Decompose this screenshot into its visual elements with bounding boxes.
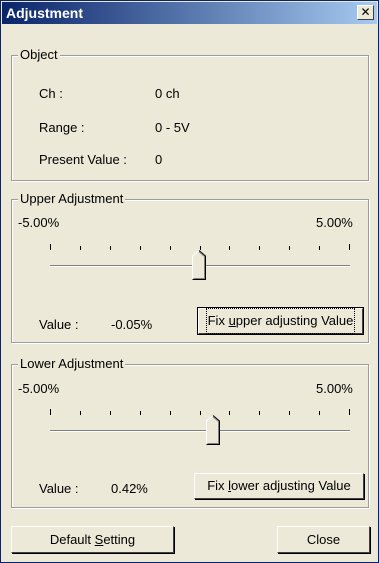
- ch-value: 0 ch: [155, 86, 180, 101]
- slider-tick: [170, 246, 171, 250]
- slider-tick: [349, 409, 350, 415]
- slider-tick: [289, 411, 290, 415]
- close-window-button[interactable]: ✕: [357, 5, 374, 20]
- upper-value-label: Value :: [39, 317, 79, 332]
- slider-tick: [110, 246, 111, 250]
- ch-label: Ch :: [39, 86, 63, 101]
- lower-group-title: Lower Adjustment: [18, 356, 126, 372]
- upper-value: -0.05%: [111, 317, 153, 332]
- fix-upper-button[interactable]: Fix upper adjusting Value: [197, 307, 364, 335]
- lower-value: 0.42%: [111, 481, 148, 496]
- title-bar[interactable]: Adjustment ✕: [2, 2, 377, 24]
- slider-tick: [229, 246, 230, 250]
- upper-group-title: Upper Adjustment: [18, 191, 126, 207]
- lower-slider[interactable]: [50, 409, 350, 449]
- lower-max-label: 5.00%: [316, 381, 353, 396]
- slider-tick: [289, 246, 290, 250]
- slider-tick: [319, 411, 320, 415]
- slider-tick: [50, 244, 51, 250]
- lower-min-label: -5.00%: [18, 381, 60, 396]
- upper-slider[interactable]: [50, 244, 350, 284]
- slider-tick: [140, 411, 141, 415]
- present-value-label: Present Value :: [39, 152, 127, 167]
- slider-thumb[interactable]: [206, 415, 220, 445]
- lower-adjustment-group: Lower Adjustment -5.00% 5.00% Value : 0.…: [11, 356, 369, 508]
- slider-tick: [319, 246, 320, 250]
- upper-min-label: -5.00%: [18, 215, 60, 230]
- slider-tick: [259, 246, 260, 250]
- slider-tick: [170, 411, 171, 415]
- range-value: 0 - 5V: [155, 120, 190, 135]
- slider-tick: [80, 411, 81, 415]
- fix-lower-button[interactable]: Fix lower adjusting Value: [194, 473, 364, 499]
- slider-tick: [229, 411, 230, 415]
- slider-tick: [200, 411, 201, 415]
- close-icon: ✕: [360, 5, 371, 19]
- upper-adjustment-group: Upper Adjustment -5.00% 5.00% Value : -0…: [11, 191, 369, 343]
- object-group-title: Object: [18, 47, 60, 63]
- range-label: Range :: [39, 120, 85, 135]
- slider-tick: [349, 244, 350, 250]
- slider-tick: [110, 411, 111, 415]
- lower-slider-track: [50, 430, 350, 432]
- slider-tick: [50, 409, 51, 415]
- slider-tick: [259, 411, 260, 415]
- slider-thumb[interactable]: [192, 250, 206, 280]
- upper-max-label: 5.00%: [316, 215, 353, 230]
- adjustment-dialog: Adjustment ✕ Object Ch : 0 ch Range : 0 …: [0, 0, 379, 563]
- slider-tick: [80, 246, 81, 250]
- present-value: 0: [155, 152, 163, 167]
- default-setting-button[interactable]: Default Setting: [11, 526, 174, 553]
- object-group: Object Ch : 0 ch Range : 0 - 5V Present …: [11, 47, 369, 181]
- close-button[interactable]: Close: [277, 526, 370, 553]
- slider-tick: [140, 246, 141, 250]
- window-title: Adjustment: [6, 5, 83, 21]
- lower-value-label: Value :: [39, 481, 79, 496]
